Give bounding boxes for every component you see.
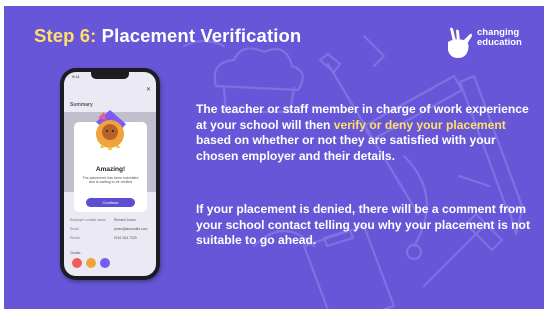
detail-label-contact: Employer contact name xyxy=(70,218,106,222)
celebration-avatar-icon xyxy=(96,110,126,150)
detail-value-contact: Richard Jones xyxy=(114,218,136,222)
hand-gesture-icon xyxy=(448,27,472,58)
goals-label: Goals xyxy=(70,250,81,255)
phone-mockup: 9:41 ✕ Summary Amazing! The placement ha xyxy=(60,68,160,280)
success-modal: Amazing! The placement has been submitte… xyxy=(74,110,147,212)
detail-label-phone: Phone xyxy=(70,236,80,240)
detail-label-email: Email xyxy=(70,227,79,231)
page-title: Step 6: Placement Verification xyxy=(34,25,301,47)
logo-line2: education xyxy=(477,37,522,48)
detail-value-email: jones@abcaudits.com xyxy=(114,227,148,231)
para1-highlight: verify or deny your placement xyxy=(333,117,506,132)
goal-badge-red[interactable] xyxy=(72,258,82,268)
modal-text: The placement has been submitted and is … xyxy=(82,176,139,185)
status-time: 9:41 xyxy=(72,74,80,79)
phone-notch xyxy=(91,72,129,79)
title-text: Placement Verification xyxy=(101,25,302,46)
close-icon[interactable]: ✕ xyxy=(146,86,151,93)
title-step: Step 6: xyxy=(34,25,97,46)
continue-button[interactable]: Continue xyxy=(86,198,135,207)
slide: Step 6: Placement Verification changing … xyxy=(4,6,544,309)
goal-badge-orange[interactable] xyxy=(86,258,96,268)
para1-part2: based on whether or not they are satisfi… xyxy=(196,133,496,163)
paragraph-denied: If your placement is denied, there will … xyxy=(196,202,530,247)
goal-badge-purple[interactable] xyxy=(100,258,110,268)
modal-title: Amazing! xyxy=(95,166,126,173)
paragraph-verification: The teacher or staff member in charge of… xyxy=(196,102,531,164)
changing-education-logo: changing education xyxy=(444,26,534,66)
detail-value-phone: 0161 534 7329 xyxy=(114,236,137,240)
phone-screen: 9:41 ✕ Summary Amazing! The placement ha xyxy=(64,72,156,276)
